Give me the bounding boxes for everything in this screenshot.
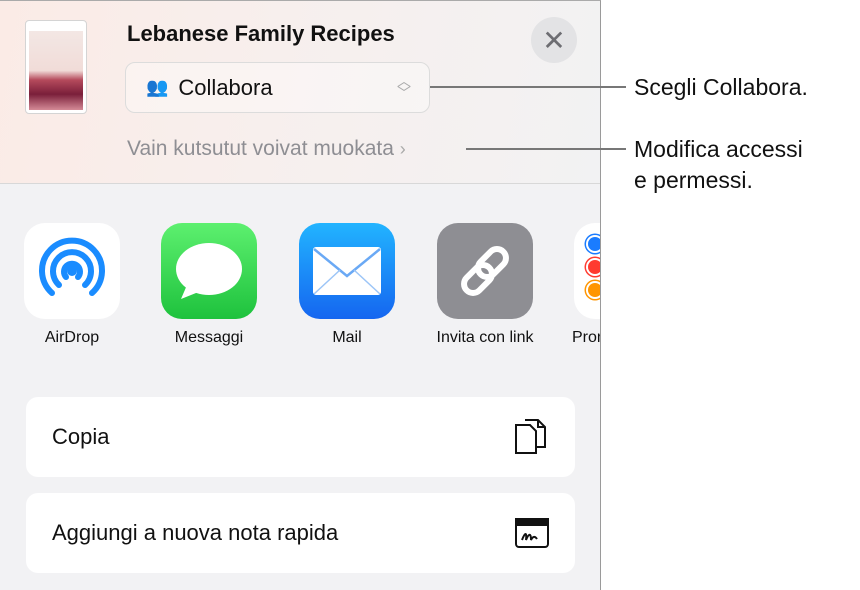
document-thumbnail — [25, 20, 87, 114]
share-sheet: Lebanese Family Recipes ✕ 👥 Collabora ︿ ﹀… — [0, 0, 601, 590]
quick-note-icon — [515, 518, 549, 548]
share-header: Lebanese Family Recipes ✕ 👥 Collabora ︿ ﹀… — [0, 1, 600, 184]
app-invite-link[interactable]: Invita con link — [425, 223, 545, 347]
copy-icon — [515, 419, 546, 454]
xmark-icon: ✕ — [542, 24, 566, 56]
callout-line-collab — [430, 86, 626, 88]
collaboration-value: Collabora — [178, 74, 273, 100]
callout-perm-line2: e permessi. — [634, 167, 753, 193]
up-down-chevron-icon: ︿ ﹀ — [397, 73, 411, 101]
action-copy[interactable]: Copia — [26, 397, 575, 477]
app-airdrop[interactable]: AirDrop — [12, 223, 132, 347]
app-label: Promemoria — [572, 329, 600, 346]
callout-permissions: Modifica accessi e permessi. — [634, 134, 803, 196]
app-label: Messaggi — [174, 329, 244, 346]
app-label: Invita con link — [436, 329, 534, 346]
people-icon: 👥 — [146, 77, 169, 97]
action-label: Aggiungi a nuova nota rapida — [52, 520, 339, 545]
callout-perm-line1: Modifica accessi — [634, 136, 803, 162]
messages-icon — [161, 223, 257, 319]
app-reminders[interactable]: Promemoria — [562, 223, 600, 347]
reminders-icon — [574, 223, 600, 319]
callout-line-perm — [466, 148, 626, 150]
chevron-right-icon: › — [399, 139, 406, 159]
permissions-text: Vain kutsutut voivat muokata — [127, 137, 394, 160]
permissions-link[interactable]: Vain kutsutut voivat muokata › — [127, 137, 406, 161]
close-button[interactable]: ✕ — [531, 17, 577, 63]
document-title: Lebanese Family Recipes — [127, 21, 395, 46]
airdrop-icon — [24, 223, 120, 319]
app-messages[interactable]: Messaggi — [149, 223, 269, 347]
app-label: Mail — [332, 329, 362, 346]
mail-icon — [299, 223, 395, 319]
collaboration-select[interactable]: 👥 Collabora ︿ ﹀ — [125, 62, 430, 113]
app-label: AirDrop — [44, 329, 100, 346]
callout-collab: Scegli Collabora. — [634, 74, 808, 100]
action-quick-note[interactable]: Aggiungi a nuova nota rapida — [26, 493, 575, 573]
link-icon — [437, 223, 533, 319]
action-label: Copia — [52, 424, 110, 449]
app-mail[interactable]: Mail — [287, 223, 407, 347]
